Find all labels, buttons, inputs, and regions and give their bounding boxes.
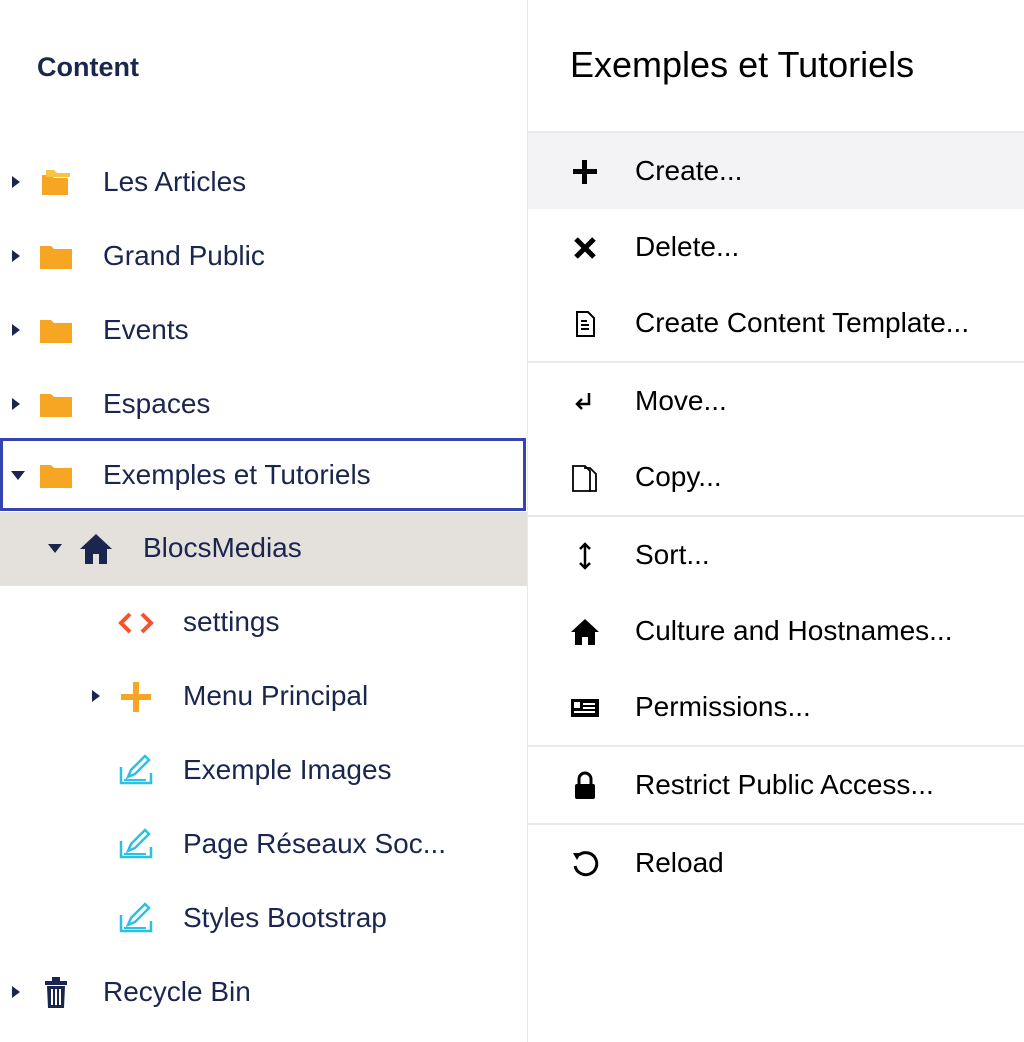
tree-node-espaces[interactable]: Espaces <box>0 368 527 442</box>
menu-item-delete[interactable]: Delete... <box>528 209 1024 285</box>
sort-arrows-icon <box>579 542 591 570</box>
document-edit-icon <box>119 754 153 785</box>
folder-icon <box>40 394 72 417</box>
plus-icon <box>121 682 151 712</box>
document-edit-icon <box>119 828 153 859</box>
menu-item-restrict-public-access[interactable]: Restrict Public Access... <box>528 747 1024 823</box>
copy-icon <box>572 465 597 492</box>
tree-node-les-articles[interactable]: Les Articles <box>0 146 527 220</box>
actions-menu: Exemples et Tutoriels Create... Delete..… <box>528 0 1024 1042</box>
folder-multiple-icon <box>42 170 70 195</box>
caret-down-icon[interactable] <box>48 544 62 553</box>
caret-right-icon[interactable] <box>12 398 20 410</box>
caret-right-icon[interactable] <box>12 250 20 262</box>
menu-item-culture-hostnames[interactable]: Culture and Hostnames... <box>528 593 1024 669</box>
tree-node-label: Grand Public <box>103 240 265 271</box>
tree-node-label: Page Réseaux Soc... <box>183 828 447 859</box>
menu-item-label: Sort... <box>635 539 710 570</box>
tree-node-label: Espaces <box>103 388 211 419</box>
menu-item-label: Create Content Template... <box>635 307 970 338</box>
tree-node-label: settings <box>183 606 280 637</box>
menu-item-label: Permissions... <box>635 691 811 722</box>
menu-item-permissions[interactable]: Permissions... <box>528 669 1024 745</box>
folder-icon <box>40 465 72 488</box>
code-brackets-icon <box>118 612 154 634</box>
menu-item-label: Culture and Hostnames... <box>635 615 953 646</box>
menu-item-create-content-template[interactable]: Create Content Template... <box>528 285 1024 361</box>
menu-item-sort[interactable]: Sort... <box>528 517 1024 593</box>
tree-node-label: Events <box>103 314 189 345</box>
tree-node-label: Exemple Images <box>183 754 392 785</box>
tree-node-menu-principal[interactable]: Menu Principal <box>0 660 527 734</box>
menu-item-label: Create... <box>635 155 743 186</box>
home-icon <box>571 619 599 645</box>
menu-item-label: Delete... <box>635 231 740 262</box>
tree-node-settings[interactable]: settings <box>0 586 527 660</box>
tree-node-label: Styles Bootstrap <box>183 902 387 933</box>
menu-title: Exemples et Tutoriels <box>570 44 915 85</box>
caret-right-icon[interactable] <box>12 324 20 336</box>
tree-node-page-reseaux-sociaux[interactable]: Page Réseaux Soc... <box>0 808 527 882</box>
tree-node-label: Menu Principal <box>183 680 369 711</box>
caret-right-icon[interactable] <box>92 690 100 702</box>
menu-item-label: Restrict Public Access... <box>635 769 934 800</box>
close-icon <box>574 237 596 259</box>
tree-node-events[interactable]: Events <box>0 294 527 368</box>
content-tree: Content Les Articles Grand Public Events… <box>0 0 528 1042</box>
tree-node-grand-public[interactable]: Grand Public <box>0 220 527 294</box>
caret-right-icon[interactable] <box>12 176 20 188</box>
menu-item-create[interactable]: Create... <box>528 133 1024 209</box>
menu-item-copy[interactable]: Copy... <box>528 439 1024 515</box>
tree-node-exemple-images[interactable]: Exemple Images <box>0 734 527 808</box>
caret-down-icon[interactable] <box>11 471 25 480</box>
menu-item-label: Copy... <box>635 461 722 492</box>
document-edit-icon <box>119 902 153 933</box>
tree-node-recycle-bin[interactable]: Recycle Bin <box>0 956 527 1030</box>
tree-node-label: Les Articles <box>103 166 247 197</box>
tree-node-label: Recycle Bin <box>103 976 251 1007</box>
folder-icon <box>40 320 72 343</box>
lock-icon <box>575 771 595 799</box>
document-template-icon <box>576 311 595 337</box>
tree-node-exemples-et-tutoriels[interactable]: Exemples et Tutoriels <box>0 438 526 511</box>
menu-item-label: Reload <box>635 847 724 878</box>
folder-icon <box>40 246 72 269</box>
tree-header: Content <box>37 52 139 82</box>
home-icon <box>80 534 112 564</box>
reload-icon <box>573 851 599 877</box>
menu-item-move[interactable]: Move... <box>528 363 1024 439</box>
plus-icon <box>573 160 597 184</box>
tree-node-styles-bootstrap[interactable]: Styles Bootstrap <box>0 882 527 956</box>
menu-item-label: Move... <box>635 385 727 416</box>
caret-right-icon[interactable] <box>12 986 20 998</box>
permissions-card-icon <box>571 699 599 717</box>
menu-item-reload[interactable]: Reload <box>528 825 1024 901</box>
move-arrow-icon <box>575 393 591 410</box>
trash-icon <box>45 977 67 1008</box>
tree-node-label: Exemples et Tutoriels <box>103 459 371 490</box>
tree-node-label: BlocsMedias <box>143 532 302 563</box>
tree-node-blocsmedias[interactable]: BlocsMedias <box>0 512 527 586</box>
